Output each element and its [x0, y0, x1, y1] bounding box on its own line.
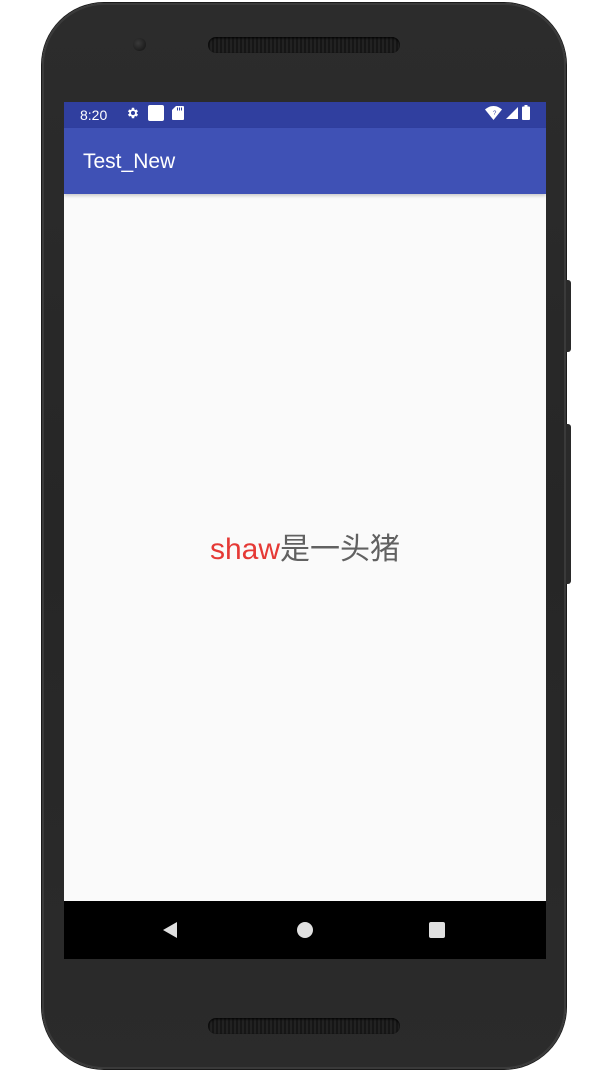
recents-button[interactable] — [425, 918, 449, 942]
volume-button[interactable] — [566, 424, 571, 584]
front-camera-icon — [133, 38, 146, 51]
back-icon — [163, 922, 177, 938]
sd-card-icon — [172, 105, 184, 125]
message-highlight: shaw — [209, 533, 281, 566]
square-notification-icon — [148, 104, 164, 126]
system-status-icons: ? — [485, 105, 530, 125]
wifi-icon: ? — [485, 105, 502, 125]
device-screen: 8:20 ? Test_New shaw是一头猪 — [64, 102, 546, 959]
earpiece-speaker — [208, 37, 400, 53]
bottom-speaker — [208, 1018, 400, 1034]
settings-icon — [126, 106, 140, 125]
navigation-bar — [64, 901, 546, 959]
power-button[interactable] — [566, 280, 571, 352]
app-title: Test_New — [83, 150, 176, 173]
battery-icon — [522, 105, 530, 125]
recents-icon — [429, 922, 445, 938]
status-time: 8:20 — [80, 107, 108, 123]
status-bar: 8:20 ? — [64, 102, 546, 128]
message-rest: 是一头猪 — [280, 533, 401, 566]
cell-signal-icon — [506, 106, 518, 124]
notification-icons — [126, 104, 184, 126]
app-bar: Test_New — [64, 128, 546, 194]
back-button[interactable] — [158, 918, 182, 942]
home-icon — [297, 922, 313, 938]
message-text: shaw是一头猪 — [64, 532, 546, 568]
main-content: shaw是一头猪 — [64, 194, 546, 901]
home-button[interactable] — [293, 918, 317, 942]
